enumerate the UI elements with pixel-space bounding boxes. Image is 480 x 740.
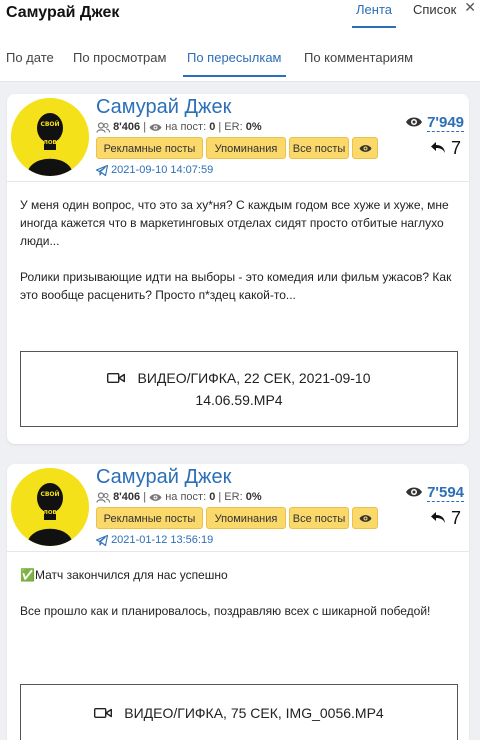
per-post-label: на пост:	[165, 491, 207, 503]
views-count[interactable]: 7'949	[427, 114, 464, 132]
eye-icon	[359, 144, 371, 152]
eye-icon	[405, 117, 422, 127]
post-text: ✅Матч закончился для нас успешно Все про…	[20, 566, 462, 638]
post-paragraph-text: Матч закончился для нас успешно	[34, 568, 228, 582]
avatar[interactable]: СВОЙ ЧЕЛОВЕК	[11, 98, 89, 176]
mentions-button[interactable]: Упоминания	[206, 137, 286, 159]
tab-feed[interactable]: Лента	[352, 2, 396, 28]
shares-count: 7	[450, 508, 461, 528]
sort-by-comments[interactable]: По комментариям	[304, 50, 413, 65]
per-post-value: 0	[209, 491, 216, 503]
media-title: ВИДЕО/ГИФКА, 75 СЕК, IMG_0056.MP4	[124, 705, 384, 721]
post-date[interactable]: 2021-01-12 13:56:19	[96, 534, 213, 546]
post-text: У меня один вопрос, что это за ху*ня? С …	[20, 196, 462, 322]
avatar-text: ЧЕЛОВЕК	[35, 140, 65, 146]
share-icon	[430, 142, 445, 154]
check-mark-icon: ✅	[20, 568, 35, 582]
eye-icon	[149, 493, 162, 501]
subscribers-count: 8'406	[113, 121, 141, 133]
tab-list[interactable]: Список	[413, 2, 456, 17]
post-date-text: 2021-09-10 14:07:59	[111, 164, 214, 176]
share-icon	[430, 512, 445, 524]
sort-tabs: По дате По просмотрам По пересылкам По к…	[0, 34, 480, 82]
media-title-continued: 14.06.59.MP4	[195, 392, 283, 408]
subscribers-icon	[96, 491, 110, 503]
ads-posts-button[interactable]: Рекламные посты	[96, 137, 203, 159]
watch-button[interactable]	[352, 507, 378, 529]
post-paragraph: У меня один вопрос, что это за ху*ня? С …	[20, 198, 449, 248]
channel-name[interactable]: Самурай Джек	[96, 466, 231, 489]
avatar[interactable]: СВОЙ ЧЕЛОВЕК	[11, 468, 89, 546]
eye-icon	[359, 514, 371, 522]
page-title: Самурай Джек	[6, 4, 120, 21]
post-paragraph: Все прошло как и планировалось, поздравл…	[20, 604, 431, 618]
ads-posts-button[interactable]: Рекламные посты	[96, 507, 203, 529]
sort-by-views[interactable]: По просмотрам	[73, 50, 166, 65]
views-counter: 7'949	[405, 114, 464, 134]
er-value: 0%	[245, 491, 262, 503]
post-header: СВОЙ ЧЕЛОВЕК Самурай Джек 8'406 | на пос…	[7, 464, 469, 552]
per-post-label: на пост:	[165, 121, 207, 133]
media-title: ВИДЕО/ГИФКА, 22 СЕК, 2021-09-10	[137, 370, 371, 386]
per-post-value: 0	[209, 121, 216, 133]
views-count[interactable]: 7'594	[427, 484, 464, 502]
post-card: СВОЙ ЧЕЛОВЕК Самурай Джек 8'406 | на пос…	[7, 94, 469, 444]
subscribers-icon	[96, 121, 110, 133]
watch-button[interactable]	[352, 137, 378, 159]
avatar-text: ЧЕЛОВЕК	[35, 510, 65, 516]
post-card: СВОЙ ЧЕЛОВЕК Самурай Джек 8'406 | на пос…	[7, 464, 469, 740]
subscribers-count: 8'406	[113, 491, 141, 503]
media-attachment[interactable]: ВИДЕО/ГИФКА, 75 СЕК, IMG_0056.MP4	[20, 684, 458, 740]
shares-counter: 7	[430, 508, 461, 529]
top-header: Самурай Джек Лента Список ✕	[0, 0, 480, 34]
post-paragraph: Ролики призывающие идти на выборы - это …	[20, 270, 452, 302]
close-icon[interactable]: ✕	[464, 0, 476, 16]
eye-icon	[149, 123, 162, 131]
video-icon	[107, 372, 126, 383]
all-posts-button[interactable]: Все посты	[289, 137, 349, 159]
media-attachment[interactable]: ВИДЕО/ГИФКА, 22 СЕК, 2021-09-10 14.06.59…	[20, 351, 458, 427]
er-label: ER:	[224, 491, 243, 503]
eye-icon	[405, 487, 422, 497]
channel-name[interactable]: Самурай Джек	[96, 96, 231, 119]
avatar-text: СВОЙ	[40, 120, 59, 128]
telegram-icon	[96, 534, 108, 546]
channel-stats: 8'406 | на пост: 0 | ER: 0%	[96, 491, 262, 503]
post-header: СВОЙ ЧЕЛОВЕК Самурай Джек 8'406 | на пос…	[7, 94, 469, 182]
mentions-button[interactable]: Упоминания	[206, 507, 286, 529]
video-icon	[94, 707, 113, 718]
views-counter: 7'594	[405, 484, 464, 504]
er-label: ER:	[224, 121, 243, 133]
all-posts-button[interactable]: Все посты	[289, 507, 349, 529]
post-paragraph: ✅Матч закончился для нас успешно	[20, 566, 462, 584]
avatar-text: СВОЙ	[40, 490, 59, 498]
sort-by-date[interactable]: По дате	[6, 50, 54, 65]
post-date[interactable]: 2021-09-10 14:07:59	[96, 164, 213, 176]
er-value: 0%	[245, 121, 262, 133]
channel-stats: 8'406 | на пост: 0 | ER: 0%	[96, 121, 262, 133]
sort-by-shares[interactable]: По пересылкам	[183, 50, 285, 77]
shares-count: 7	[450, 138, 461, 158]
post-date-text: 2021-01-12 13:56:19	[111, 534, 214, 546]
telegram-icon	[96, 164, 108, 176]
shares-counter: 7	[430, 138, 461, 159]
